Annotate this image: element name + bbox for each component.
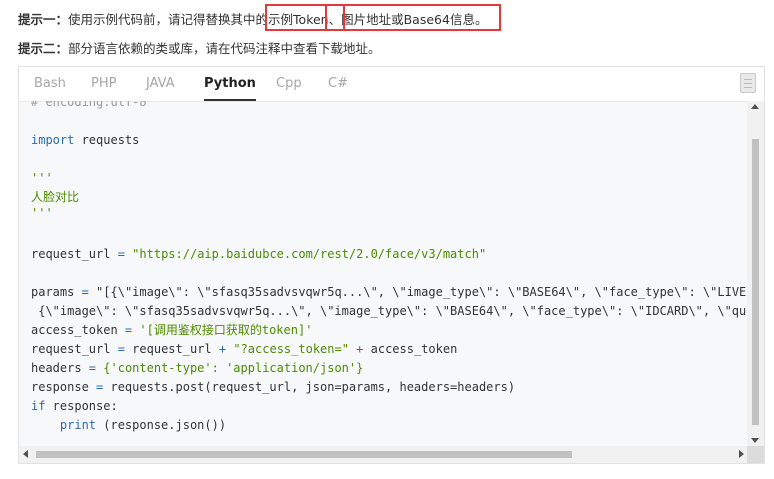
tab-csharp[interactable]: C# xyxy=(328,67,348,101)
docstring-close: ''' xyxy=(31,206,53,220)
response-var: response xyxy=(31,380,89,394)
code-line-print: print (response.json()) xyxy=(31,416,226,435)
tip-two-text: 部分语言依赖的类或库，请在代码注释中查看下载地址。 xyxy=(68,41,381,56)
headers-value: {'content-type': 'application/json'} xyxy=(103,361,364,375)
assign-op: = xyxy=(74,285,97,299)
tab-bash[interactable]: Bash xyxy=(34,67,66,101)
highlight-box-inner xyxy=(325,4,345,31)
language-tabs: Bash PHP JAVA Python Cpp C# xyxy=(19,67,764,102)
tip-two: 提示二：部分语言依赖的类或库，请在代码注释中查看下载地址。 xyxy=(18,38,381,57)
code-line-response: response = requests.post(request_url, js… xyxy=(31,378,515,397)
code-line-url-concat: request_url = request_url + "?access_tok… xyxy=(31,340,457,359)
url-concat-token: access_token xyxy=(370,342,458,356)
url-concat-var: request_url xyxy=(132,342,212,356)
assign-op: = xyxy=(110,342,133,356)
tab-php[interactable]: PHP xyxy=(91,67,116,101)
request-url-value: "https://aip.baidubce.com/rest/2.0/face/… xyxy=(132,247,487,261)
url-concat-left: request_url xyxy=(31,342,111,356)
print-keyword: print xyxy=(59,418,97,432)
scroll-down-icon[interactable] xyxy=(751,438,759,443)
scroll-up-icon[interactable] xyxy=(751,104,759,109)
tab-cpp[interactable]: Cpp xyxy=(276,67,302,101)
code-line-params-2: {\"image\": \"sfasq35sadvsvqwr5q...\", \… xyxy=(31,302,748,321)
assign-op: = xyxy=(117,323,140,337)
code-line-access-token: access_token = '[调用鉴权接口获取的token]' xyxy=(31,321,312,340)
vertical-scrollbar[interactable] xyxy=(747,101,764,447)
plus-op: + xyxy=(348,342,371,356)
params-value-2: {\"image\": \"sfasq35sadvsvqwr5q...\", \… xyxy=(38,304,748,318)
url-concat-str: "?access_token=" xyxy=(233,342,349,356)
copy-icon[interactable] xyxy=(737,73,756,95)
vertical-scroll-thumb[interactable] xyxy=(752,139,759,425)
if-keyword: if xyxy=(31,399,46,413)
tip-one-text: 使用示例代码前，请记得替换其中的 xyxy=(68,12,269,27)
code-line-if: if response: xyxy=(31,397,118,416)
code-line-encoding: # encoding:utf-8 xyxy=(31,101,147,112)
scroll-left-icon[interactable] xyxy=(23,450,28,458)
params-value-1: "[{\"image\": \"sfasq35sadvsvqwr5q...\",… xyxy=(96,285,748,299)
assign-op: = xyxy=(81,361,104,375)
access-token-value: '[调用鉴权接口获取的token]' xyxy=(139,323,313,337)
headers-var: headers xyxy=(31,361,82,375)
code-block[interactable]: # encoding:utf-8 import requests ''' 人脸对… xyxy=(19,101,748,447)
tip-two-label: 提示二： xyxy=(18,41,69,56)
print-indent xyxy=(31,418,60,432)
code-line-docstring-open: ''' xyxy=(31,169,53,188)
tip-one-label: 提示一： xyxy=(18,12,69,27)
horizontal-scroll-thumb[interactable] xyxy=(36,451,572,458)
assign-op: = xyxy=(110,247,133,261)
docstring-open: ''' xyxy=(31,171,53,185)
tab-python[interactable]: Python xyxy=(204,67,256,101)
response-call: requests.post(request_url, json=params, … xyxy=(110,380,516,394)
code-line-docstring-close: ''' xyxy=(31,204,53,223)
encoding-comment: # encoding:utf-8 xyxy=(31,101,147,109)
print-args: (response.json()) xyxy=(96,418,227,432)
params-var: params xyxy=(31,285,75,299)
highlight-box-outer xyxy=(265,4,501,31)
request-url-var: request_url xyxy=(31,247,111,261)
assign-op: = xyxy=(88,380,111,394)
import-module: requests xyxy=(74,133,140,147)
code-panel: Bash PHP JAVA Python Cpp C# # encoding:u… xyxy=(18,66,765,464)
scroll-right-icon[interactable] xyxy=(739,450,744,458)
tab-java[interactable]: JAVA xyxy=(146,67,175,101)
docstring-text: 人脸对比 xyxy=(31,190,80,204)
if-condition: response: xyxy=(45,399,118,413)
code-line-params-1: params = "[{\"image\": \"sfasq35sadvsvqw… xyxy=(31,283,748,302)
import-keyword: import xyxy=(31,133,75,147)
access-token-var: access_token xyxy=(31,323,118,337)
code-line-request-url: request_url = "https://aip.baidubce.com/… xyxy=(31,245,486,264)
scrollbar-corner xyxy=(747,446,764,463)
code-line-headers: headers = {'content-type': 'application/… xyxy=(31,359,363,378)
code-line-import: import requests xyxy=(31,131,139,150)
horizontal-scrollbar[interactable] xyxy=(19,446,748,463)
plus-op: + xyxy=(211,342,234,356)
